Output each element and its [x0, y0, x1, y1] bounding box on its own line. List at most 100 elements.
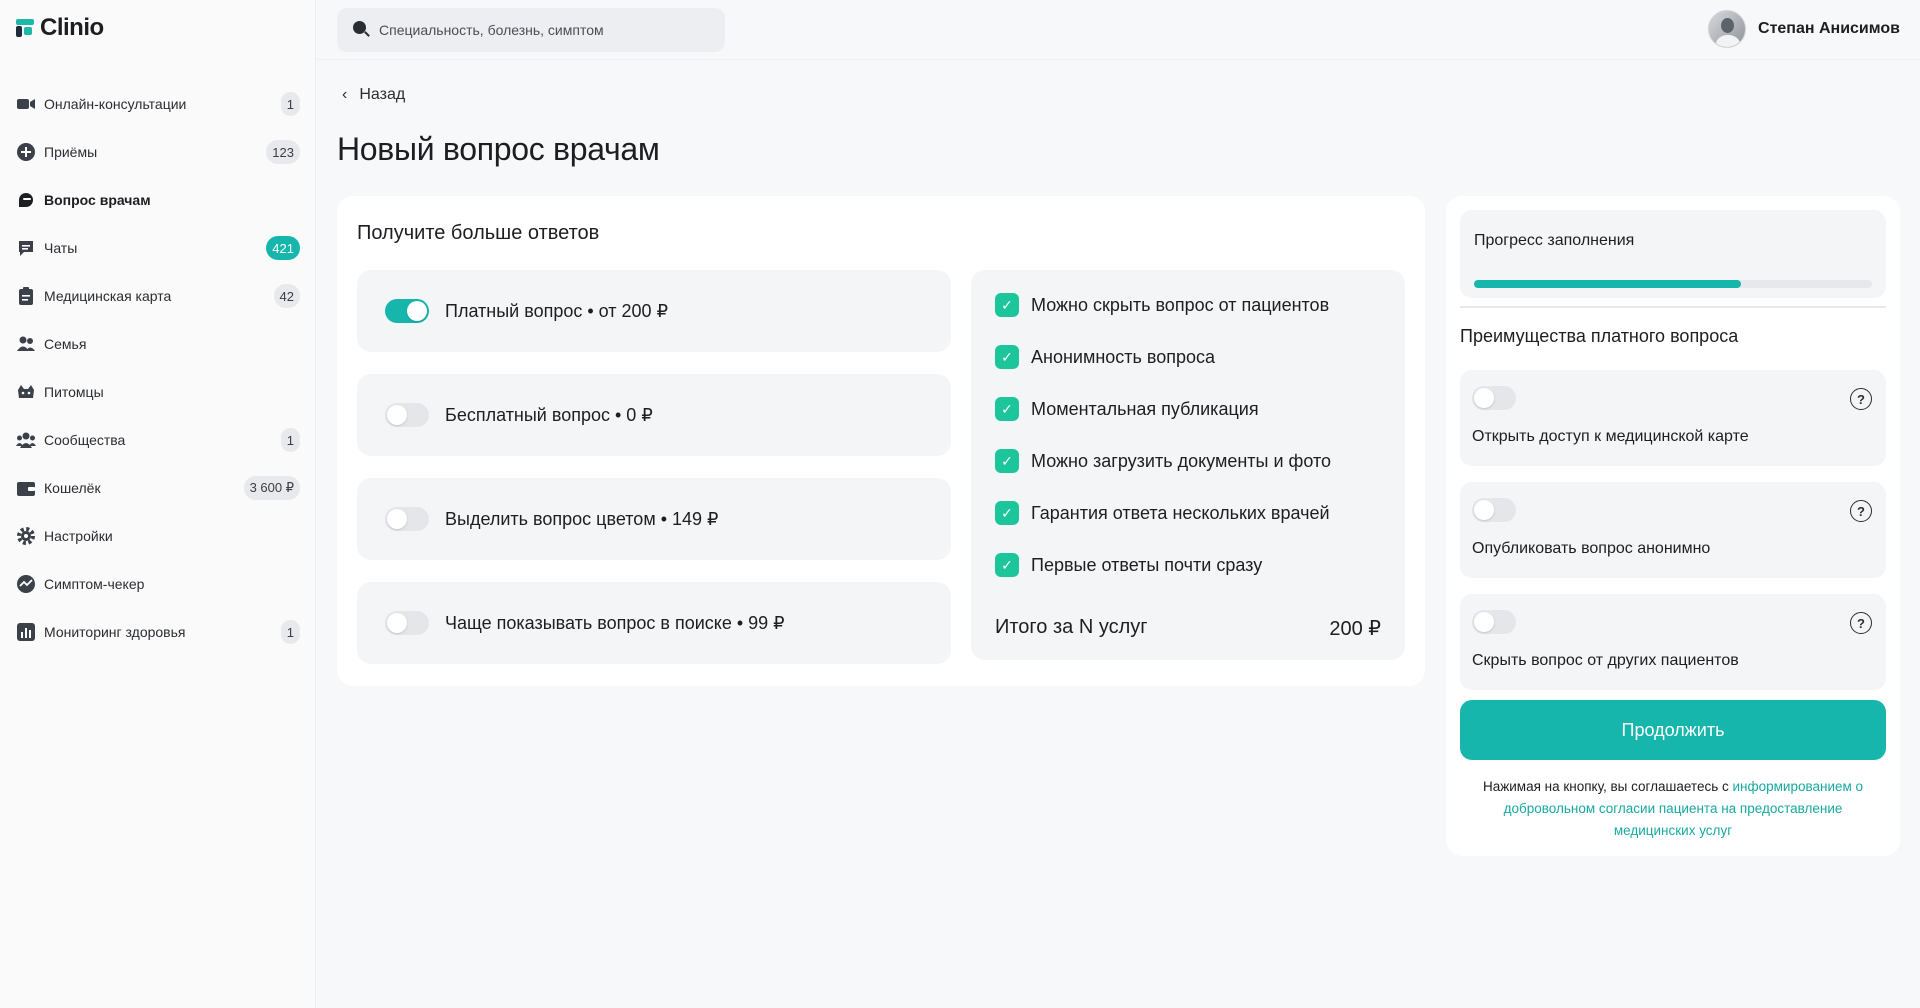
chat-question-icon	[16, 190, 36, 210]
user-name: Степан Анисимов	[1758, 20, 1900, 37]
option-label: Бесплатный вопрос • 0 ₽	[445, 404, 653, 425]
feature-item: ✓ Первые ответы почти сразу	[995, 552, 1262, 578]
clipboard-icon	[16, 286, 36, 306]
progress-fill	[1474, 280, 1741, 288]
sidebar-item-label: Сообщества	[44, 432, 126, 448]
help-icon[interactable]: ?	[1850, 388, 1872, 410]
paid-question-toggle[interactable]	[385, 299, 429, 323]
wallet-icon	[16, 478, 36, 498]
count-badge: 123	[266, 140, 300, 164]
divider	[1460, 306, 1886, 308]
sidebar-item-label: Питомцы	[44, 384, 104, 400]
user-menu[interactable]: Степан Анисимов	[1708, 10, 1900, 48]
bar-chart-icon	[16, 622, 36, 642]
chevron-left-icon: ‹	[342, 86, 348, 103]
community-icon	[16, 430, 36, 450]
feature-label: Моментальная публикация	[1031, 398, 1259, 419]
sidebar-item-online-consultations[interactable]: Онлайн-консультации 1	[0, 80, 316, 128]
progress-box: Прогресс заполнения	[1460, 210, 1886, 298]
search-input[interactable]	[379, 22, 699, 38]
feature-item: ✓ Можно загрузить документы и фото	[995, 448, 1331, 474]
sidebar-item-ask-doctors[interactable]: Вопрос врачам	[0, 176, 316, 224]
count-badge: 42	[273, 284, 300, 308]
feature-label: Можно загрузить документы и фото	[1031, 450, 1331, 471]
feature-item: ✓ Моментальная публикация	[995, 396, 1259, 422]
sidebar-item-symptom-checker[interactable]: Симптом-чекер	[0, 560, 316, 608]
count-badge: 421	[266, 236, 300, 260]
option-boost-search[interactable]: Чаще показывать вопрос в поиске • 99 ₽	[357, 582, 951, 664]
open-medical-record-toggle[interactable]	[1472, 386, 1516, 410]
publish-anonymously-toggle[interactable]	[1472, 498, 1516, 522]
option-highlight-color[interactable]: Выделить вопрос цветом • 149 ₽	[357, 478, 951, 560]
gear-icon	[16, 526, 36, 546]
sidebar-item-label: Мониторинг здоровья	[44, 624, 186, 640]
check-icon: ✓	[995, 449, 1019, 473]
check-icon: ✓	[995, 345, 1019, 369]
consent-note: Нажимая на кнопку, вы соглашаетесь с инф…	[1466, 776, 1880, 842]
sidebar-item-settings[interactable]: Настройки	[0, 512, 316, 560]
feature-item: ✓ Можно скрыть вопрос от пациентов	[995, 292, 1329, 318]
plus-circle-icon	[16, 142, 36, 162]
advantages-title: Преимущества платного вопроса	[1460, 326, 1739, 346]
count-badge: 1	[280, 92, 300, 116]
option-label: Выделить вопрос цветом • 149 ₽	[445, 508, 719, 529]
logo[interactable]: Clinio	[16, 14, 104, 42]
boost-search-toggle[interactable]	[385, 611, 429, 635]
balance-badge: 3 600 ₽	[243, 476, 300, 500]
search-bar[interactable]	[337, 8, 725, 52]
advantage-publish-anonymously[interactable]: ? Опубликовать вопрос анонимно	[1460, 482, 1886, 578]
sidebar-item-family[interactable]: Семья	[0, 320, 316, 368]
sidebar-item-chats[interactable]: Чаты 421	[0, 224, 316, 272]
logo-icon	[16, 19, 34, 37]
feature-label: Первые ответы почти сразу	[1031, 554, 1263, 575]
sidebar-item-communities[interactable]: Сообщества 1	[0, 416, 316, 464]
hide-from-patients-toggle[interactable]	[1472, 610, 1516, 634]
sidebar-item-appointments[interactable]: Приёмы 123	[0, 128, 316, 176]
total-row: Итого за N услуг 200 ₽	[995, 616, 1381, 641]
option-free-question[interactable]: Бесплатный вопрос • 0 ₽	[357, 374, 951, 456]
paw-icon	[16, 382, 36, 402]
sidebar-item-pets[interactable]: Питомцы	[0, 368, 316, 416]
consent-text: Нажимая на кнопку, вы соглашаетесь с	[1482, 779, 1733, 794]
page-title: Новый вопрос врачам	[337, 131, 660, 167]
sidebar-item-label: Чаты	[44, 240, 78, 256]
sidebar-item-health-monitoring[interactable]: Мониторинг здоровья 1	[0, 608, 316, 656]
count-badge: 1	[280, 620, 300, 644]
summary-panel: Прогресс заполнения Преимущества платног…	[1446, 196, 1900, 856]
option-paid-question[interactable]: Платный вопрос • от 200 ₽	[357, 270, 951, 352]
feature-label: Можно скрыть вопрос от пациентов	[1031, 294, 1330, 315]
sidebar-item-label: Семья	[44, 336, 87, 352]
count-badge: 1	[280, 428, 300, 452]
sidebar-item-medical-record[interactable]: Медицинская карта 42	[0, 272, 316, 320]
advantage-open-medical-record[interactable]: ? Открыть доступ к медицинской карте	[1460, 370, 1886, 466]
feature-label: Гарантия ответа нескольких врачей	[1031, 502, 1330, 523]
advantage-label: Опубликовать вопрос анонимно	[1472, 540, 1711, 557]
sidebar-item-label: Симптом-чекер	[44, 576, 145, 592]
help-icon[interactable]: ?	[1850, 500, 1872, 522]
sidebar-item-label: Приёмы	[44, 144, 98, 160]
sidebar-item-label: Настройки	[44, 528, 113, 544]
check-icon: ✓	[995, 397, 1019, 421]
avatar[interactable]	[1708, 10, 1747, 48]
top-header: Степан Анисимов	[317, 0, 1920, 60]
free-question-toggle[interactable]	[385, 403, 429, 427]
progress-bar	[1474, 280, 1872, 288]
family-icon	[16, 334, 36, 354]
sidebar-item-label: Медицинская карта	[44, 288, 172, 304]
check-icon: ✓	[995, 553, 1019, 577]
continue-button[interactable]: Продолжить	[1460, 700, 1886, 760]
total-value: 200 ₽	[1329, 618, 1381, 640]
highlight-color-toggle[interactable]	[385, 507, 429, 531]
sidebar-item-label: Вопрос врачам	[44, 192, 151, 208]
feature-item: ✓ Анонимность вопроса	[995, 344, 1215, 370]
help-icon[interactable]: ?	[1850, 612, 1872, 634]
advantage-label: Открыть доступ к медицинской карте	[1472, 428, 1749, 445]
sidebar-item-wallet[interactable]: Кошелёк 3 600 ₽	[0, 464, 316, 512]
sidebar-item-label: Онлайн-консультации	[44, 96, 187, 112]
sidebar-item-label: Кошелёк	[44, 480, 101, 496]
options-card: Получите больше ответов Платный вопрос •…	[337, 196, 1425, 686]
back-button[interactable]: ‹ Назад	[342, 86, 405, 104]
feature-item: ✓ Гарантия ответа нескольких врачей	[995, 500, 1330, 526]
advantage-hide-from-patients[interactable]: ? Скрыть вопрос от других пациентов	[1460, 594, 1886, 690]
features-list: ✓ Можно скрыть вопрос от пациентов ✓ Ано…	[971, 270, 1405, 660]
